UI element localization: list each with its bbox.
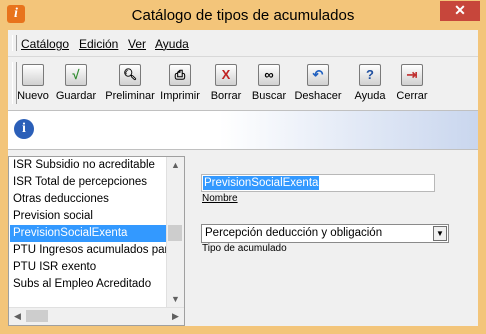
close-button-label: Cerrar <box>396 90 428 102</box>
list-item[interactable]: PTU Ingresos acumulados para <box>13 242 175 259</box>
delete-x-icon: X <box>215 64 237 86</box>
window-title: Catálogo de tipos de acumulados <box>131 7 355 24</box>
menu-bar: Catálogo Edición Ver Ayuda <box>8 30 478 57</box>
client-area: Catálogo Edición Ver Ayuda Nuevo √ Guard… <box>8 30 478 326</box>
undo-button[interactable]: ↶ Deshacer <box>293 64 343 108</box>
title-bar[interactable]: i Catálogo de tipos de acumulados ✕ <box>0 0 486 30</box>
printer-icon: ⎙ <box>169 64 191 86</box>
list-item[interactable]: Subs al Empleo Acreditado <box>13 276 151 293</box>
print-button[interactable]: ⎙ Imprimir <box>159 64 201 108</box>
app-window: i Catálogo de tipos de acumulados ✕ Catá… <box>0 0 486 334</box>
scroll-down-icon[interactable]: ▼ <box>167 291 184 308</box>
list-item[interactable]: Prevision social <box>13 208 93 225</box>
close-button[interactable]: ⇥ Cerrar <box>394 64 430 108</box>
undo-button-label: Deshacer <box>294 90 342 102</box>
nombre-label-text: Nombre <box>202 193 238 204</box>
nombre-input-value: PrevisionSocialExenta <box>203 176 320 190</box>
vertical-scroll-thumb[interactable] <box>168 225 182 241</box>
list-item[interactable]: Otras deducciones <box>13 191 109 208</box>
list-item[interactable]: ISR Total de percepciones <box>13 174 147 191</box>
preview-magnifier-icon: 🔍︎ <box>119 64 141 86</box>
tipo-acumulado-label: Tipo de acumulado <box>202 243 287 254</box>
scroll-up-icon[interactable]: ▲ <box>167 157 184 174</box>
checkmark-icon: √ <box>65 64 87 86</box>
toolbar: Nuevo √ Guardar 🔍︎ Preliminar ⎙ Imprimir… <box>8 58 478 108</box>
menu-ver[interactable]: Ver <box>128 37 146 51</box>
list-item[interactable]: ISR Subsidio no acreditable <box>13 157 155 174</box>
new-button-label: Nuevo <box>17 90 49 102</box>
exit-door-icon: ⇥ <box>401 64 423 86</box>
info-bar: i <box>8 110 478 150</box>
list-item-selected[interactable]: PrevisionSocialExenta <box>10 225 168 242</box>
list-item[interactable]: PTU ISR exento <box>13 259 96 276</box>
horizontal-scrollbar[interactable]: ◀ ▶ <box>9 307 184 325</box>
print-button-label: Imprimir <box>160 90 200 102</box>
tipo-acumulado-select[interactable]: Percepción deducción y obligación ▼ <box>201 224 449 243</box>
accumulated-types-list[interactable]: ISR Subsidio no acreditable ISR Total de… <box>8 156 185 326</box>
scroll-left-icon[interactable]: ◀ <box>9 308 26 325</box>
help-question-icon: ? <box>359 64 381 86</box>
horizontal-scroll-thumb[interactable] <box>26 310 48 322</box>
save-button-label: Guardar <box>55 90 97 102</box>
nombre-label: Nombre <box>202 193 238 204</box>
menu-edicion[interactable]: Edición <box>79 37 118 51</box>
vertical-scrollbar[interactable]: ▲ ▼ <box>166 157 184 308</box>
search-button[interactable]: ∞ Buscar <box>250 64 288 108</box>
help-button[interactable]: ? Ayuda <box>351 64 389 108</box>
new-button[interactable]: Nuevo <box>16 64 50 108</box>
binoculars-icon: ∞ <box>258 64 280 86</box>
preview-button[interactable]: 🔍︎ Preliminar <box>105 64 155 108</box>
save-button[interactable]: √ Guardar <box>54 64 98 108</box>
menu-catalogo[interactable]: Catálogo <box>21 37 69 51</box>
menu-ayuda[interactable]: Ayuda <box>155 37 189 51</box>
delete-button[interactable]: X Borrar <box>207 64 245 108</box>
info-icon: i <box>14 119 34 139</box>
help-button-label: Ayuda <box>354 90 386 102</box>
scroll-right-icon[interactable]: ▶ <box>167 308 184 325</box>
new-document-icon <box>22 64 44 86</box>
delete-button-label: Borrar <box>210 90 242 102</box>
preview-button-label: Preliminar <box>105 90 155 102</box>
nombre-input[interactable]: PrevisionSocialExenta <box>201 174 435 192</box>
chevron-down-icon[interactable]: ▼ <box>433 226 447 241</box>
search-button-label: Buscar <box>251 90 287 102</box>
close-window-button[interactable]: ✕ <box>440 1 480 21</box>
menu-grip <box>12 35 17 51</box>
tipo-acumulado-value: Percepción deducción y obligación <box>205 227 383 239</box>
undo-arrow-icon: ↶ <box>307 64 329 86</box>
